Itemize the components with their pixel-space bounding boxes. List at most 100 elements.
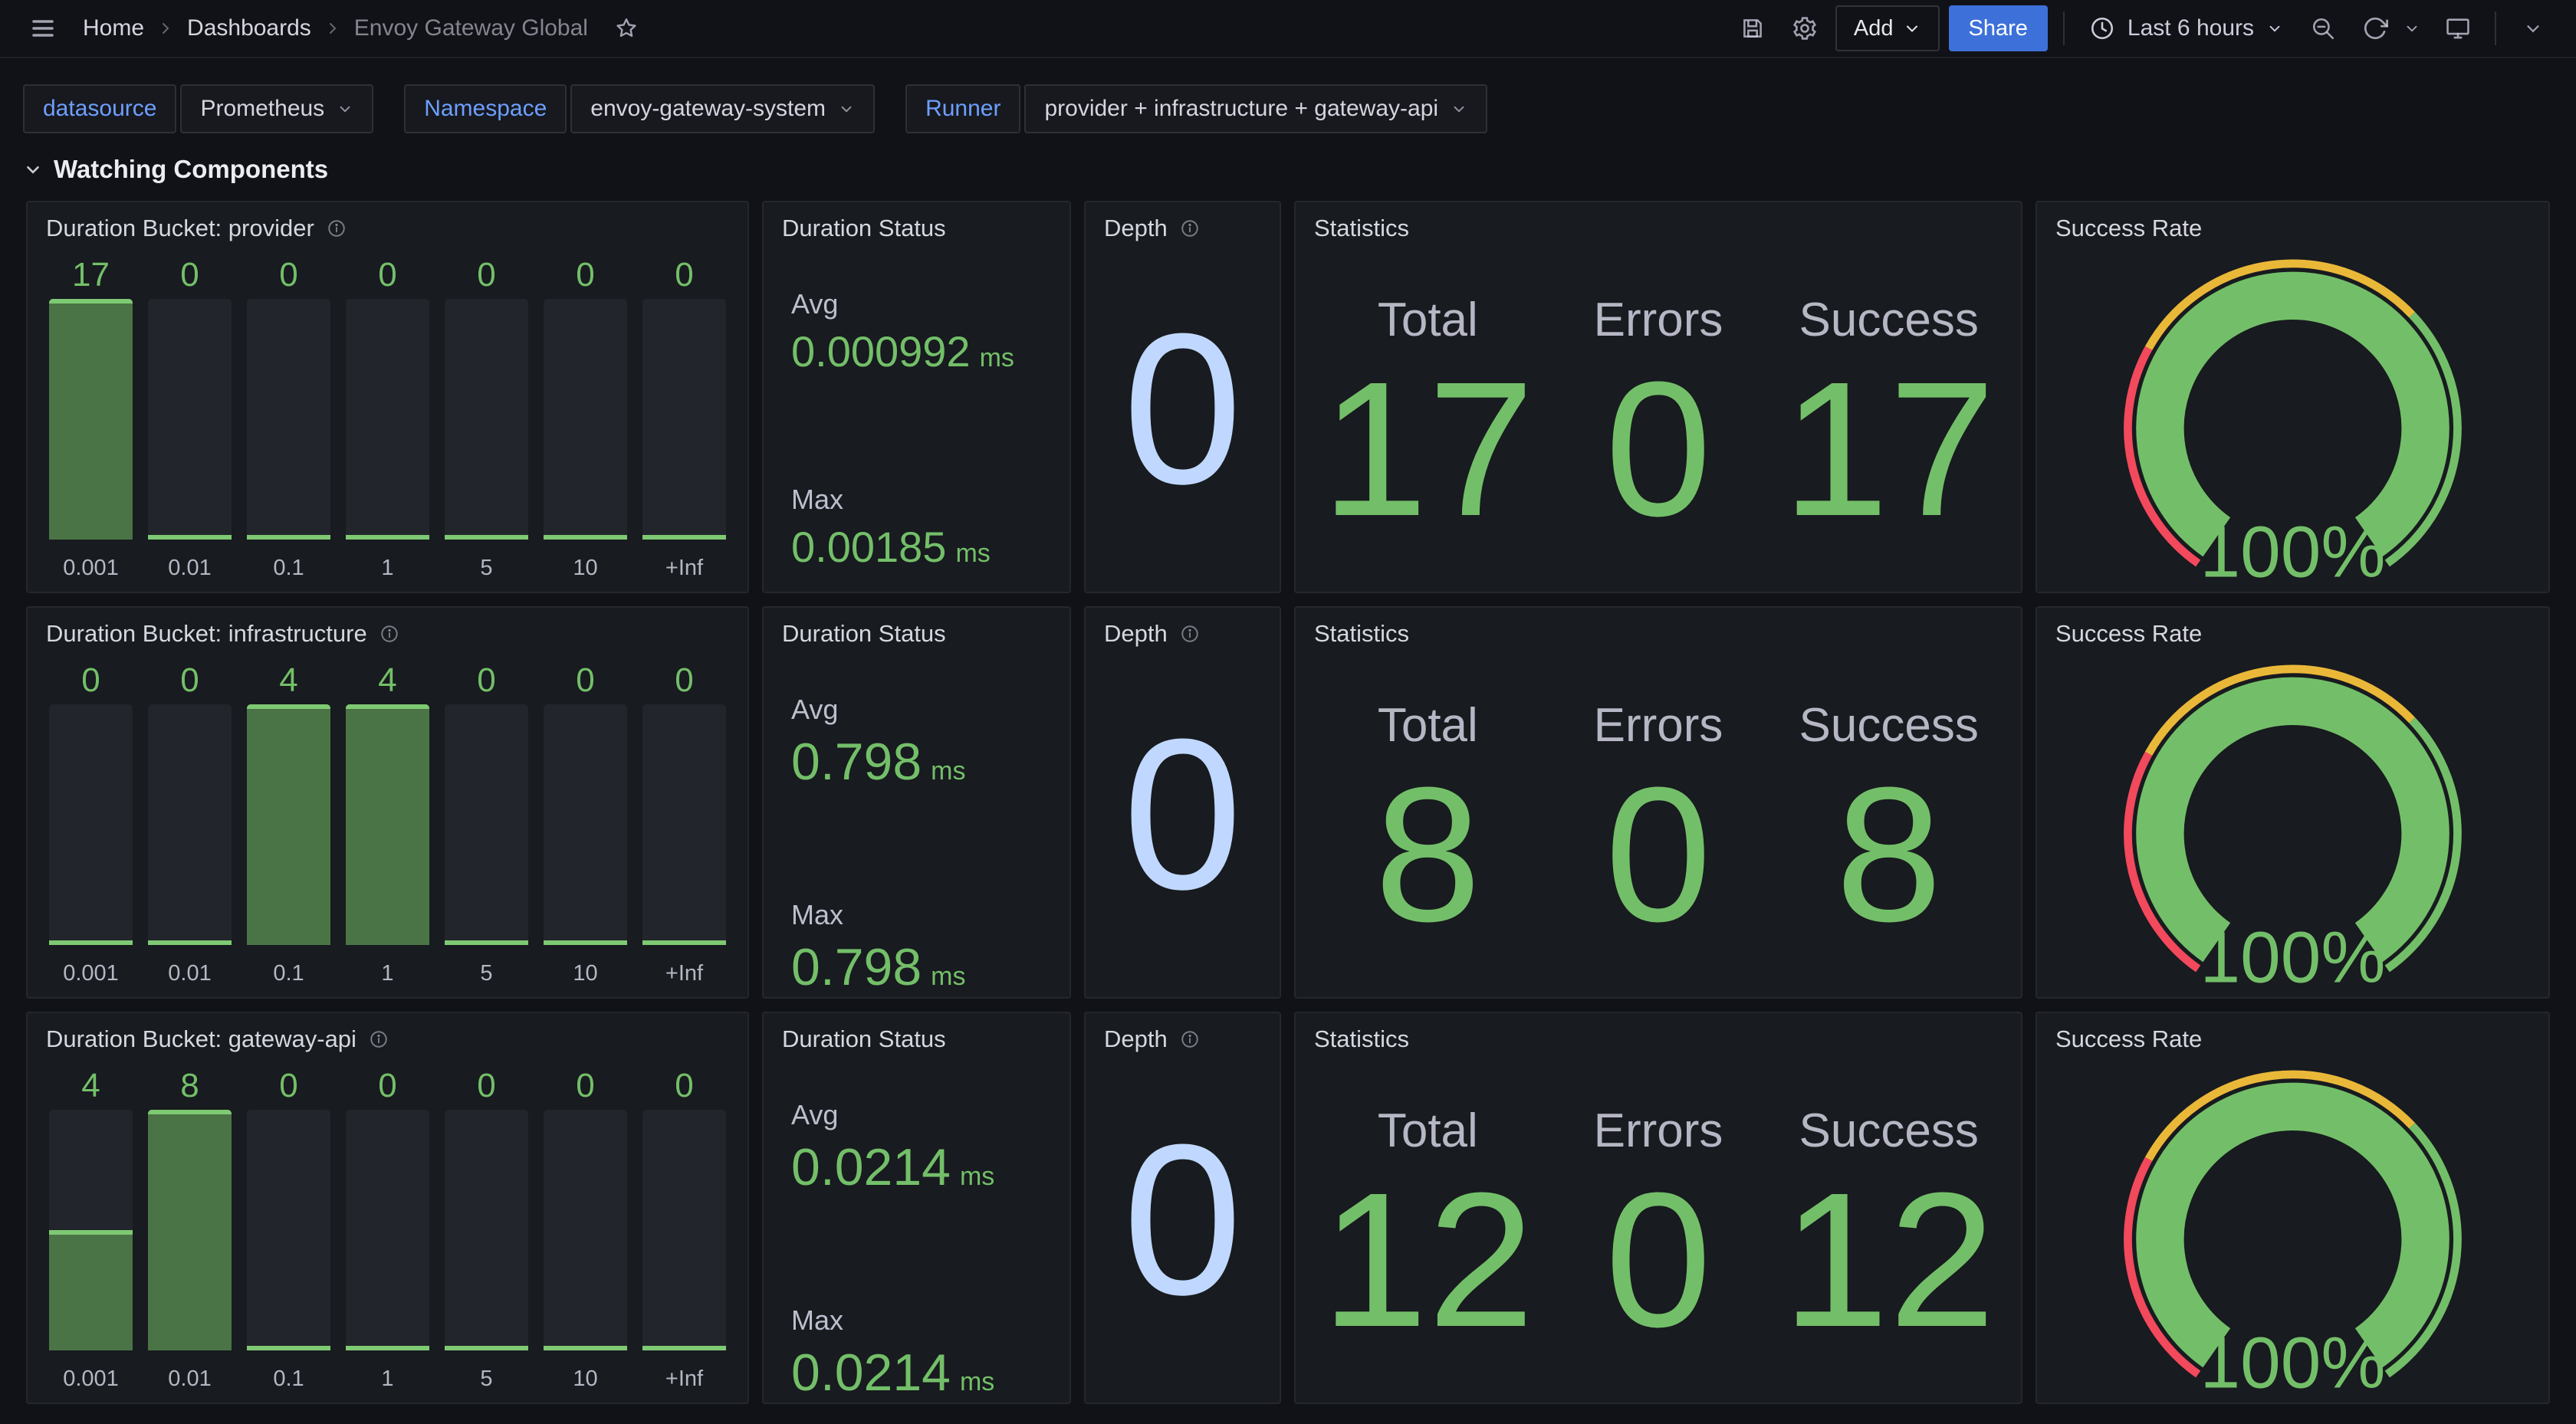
stat-label: Success: [1799, 698, 1979, 753]
breadcrumb-home[interactable]: Home: [83, 15, 144, 41]
panel-title-bar[interactable]: Duration Bucket: provider: [28, 202, 748, 245]
chevron-down-icon: [23, 159, 43, 179]
datasource-select[interactable]: Prometheus: [180, 84, 373, 133]
stat-value: 0: [1605, 1158, 1711, 1361]
metric-label: Avg: [791, 288, 1042, 320]
info-icon[interactable]: [1180, 218, 1200, 238]
metric-label: Max: [791, 899, 1042, 931]
panel-title: Success Rate: [2055, 620, 2202, 648]
info-icon[interactable]: [369, 1029, 389, 1049]
variable-value: provider + infrastructure + gateway-api: [1044, 96, 1438, 122]
refresh-controls: [2354, 7, 2427, 50]
panel-title-bar[interactable]: Duration Status: [764, 1013, 1070, 1056]
bar-track: [445, 704, 528, 945]
bar-fill: [642, 1346, 726, 1350]
panel-title-bar[interactable]: Statistics: [1296, 608, 2021, 651]
info-icon[interactable]: [1180, 1029, 1200, 1049]
bar-track: [642, 299, 726, 540]
gauge-value-arc: [2160, 701, 2425, 943]
bar-value-label: 0: [247, 251, 330, 299]
metric-label: Max: [791, 1304, 1042, 1337]
panel-title-bar[interactable]: Depth: [1086, 1013, 1280, 1056]
panel-title-bar[interactable]: Duration Status: [764, 202, 1070, 245]
row-toggle-watching-components[interactable]: Watching Components: [0, 133, 2576, 184]
bar-category-label: +Inf: [642, 945, 726, 986]
save-dashboard-button[interactable]: [1731, 7, 1774, 50]
stat-total: Total 8: [1313, 677, 1543, 956]
variable-datasource: datasource Prometheus: [23, 84, 373, 133]
panel-title-bar[interactable]: Duration Status: [764, 608, 1070, 651]
gauge-value-arc: [2160, 1107, 2425, 1348]
runner-select[interactable]: provider + infrastructure + gateway-api: [1024, 84, 1487, 133]
bar-category-label: 5: [445, 945, 528, 986]
panel-title-bar[interactable]: Depth: [1086, 608, 1280, 651]
bar-gauge-chart: 40.00180.0100.101050100+Inf: [28, 1056, 748, 1403]
bar-fill: [346, 704, 429, 945]
bar-track: [49, 1110, 133, 1350]
bar-category-label: 0.1: [247, 540, 330, 581]
bar-category-label: 0.001: [49, 945, 133, 986]
favorite-button[interactable]: [605, 7, 648, 50]
time-range-picker[interactable]: Last 6 hours: [2080, 5, 2292, 51]
panel-duration-bucket-gateway-api: Duration Bucket: gateway-api 40.00180.01…: [26, 1012, 749, 1404]
bar-track: [346, 1110, 429, 1350]
refresh-interval-dropdown[interactable]: [2397, 7, 2427, 50]
chevron-right-icon: [156, 19, 175, 38]
bar-category-label: 0.001: [49, 540, 133, 581]
share-button[interactable]: Share: [1949, 5, 2048, 51]
menu-button[interactable]: [21, 7, 64, 50]
success-rate-gauge: 100%: [2111, 659, 2474, 989]
stat-value: 8: [1375, 753, 1481, 956]
panel-title-bar[interactable]: Success Rate: [2037, 202, 2548, 245]
namespace-select[interactable]: envoy-gateway-system: [570, 84, 875, 133]
metric-value: 0.000992ms: [791, 326, 1042, 376]
bar-track: [247, 299, 330, 540]
stat-label: Errors: [1594, 1104, 1723, 1158]
bar-fill: [49, 299, 133, 540]
clock-icon: [2089, 15, 2115, 41]
bar-column: 0 +Inf: [642, 657, 726, 986]
statistics: Total 8 Errors 0 Success 8: [1296, 651, 2021, 997]
stat-label: Errors: [1594, 698, 1723, 753]
info-icon[interactable]: [380, 624, 399, 644]
panel-title-bar[interactable]: Statistics: [1296, 202, 2021, 245]
gauge-container: 100%: [2037, 245, 2548, 592]
zoom-out-time-button[interactable]: [2302, 7, 2344, 50]
bar-category-label: 1: [346, 945, 429, 986]
bar-value-label: 0: [642, 1062, 726, 1110]
panel-title: Duration Status: [782, 215, 946, 242]
section-title: Watching Components: [54, 155, 328, 184]
bar-fill: [445, 940, 528, 945]
panel-title-bar[interactable]: Duration Bucket: infrastructure: [28, 608, 748, 651]
bar-value-label: 0: [642, 657, 726, 704]
panel-title-bar[interactable]: Statistics: [1296, 1013, 2021, 1056]
variable-label: datasource: [23, 84, 176, 133]
max-metric: Max 0.798ms: [791, 899, 1042, 997]
gauge-value: 100%: [2200, 511, 2386, 583]
bar-value-label: 0: [445, 251, 528, 299]
toolbar-actions: Add Share Last 6 hours: [1731, 5, 2555, 51]
refresh-button[interactable]: [2354, 7, 2397, 50]
metric-label: Max: [791, 484, 1042, 516]
stat-label: Errors: [1594, 293, 1723, 347]
info-icon[interactable]: [1180, 624, 1200, 644]
panel-title-bar[interactable]: Success Rate: [2037, 608, 2548, 651]
depth-value: 0: [1086, 245, 1280, 592]
kiosk-mode-button[interactable]: [2436, 7, 2479, 50]
stat-value: 17: [1321, 347, 1534, 550]
dashboard-settings-button[interactable]: [1783, 7, 1826, 50]
panel-title-bar[interactable]: Duration Bucket: gateway-api: [28, 1013, 748, 1056]
info-icon[interactable]: [327, 218, 347, 238]
bar-value-label: 0: [49, 657, 133, 704]
depth-value: 0: [1086, 651, 1280, 997]
star-icon: [614, 16, 639, 41]
panel-title-bar[interactable]: Success Rate: [2037, 1013, 2548, 1056]
add-button[interactable]: Add: [1835, 5, 1940, 51]
bar-category-label: 0.01: [148, 1350, 232, 1392]
bar-category-label: 0.01: [148, 540, 232, 581]
collapse-toolbar-button[interactable]: [2512, 7, 2555, 50]
panel-title-bar[interactable]: Depth: [1086, 202, 1280, 245]
bar-track: [544, 1110, 627, 1350]
bar-fill: [49, 1230, 133, 1350]
breadcrumb-dashboards[interactable]: Dashboards: [187, 15, 311, 41]
